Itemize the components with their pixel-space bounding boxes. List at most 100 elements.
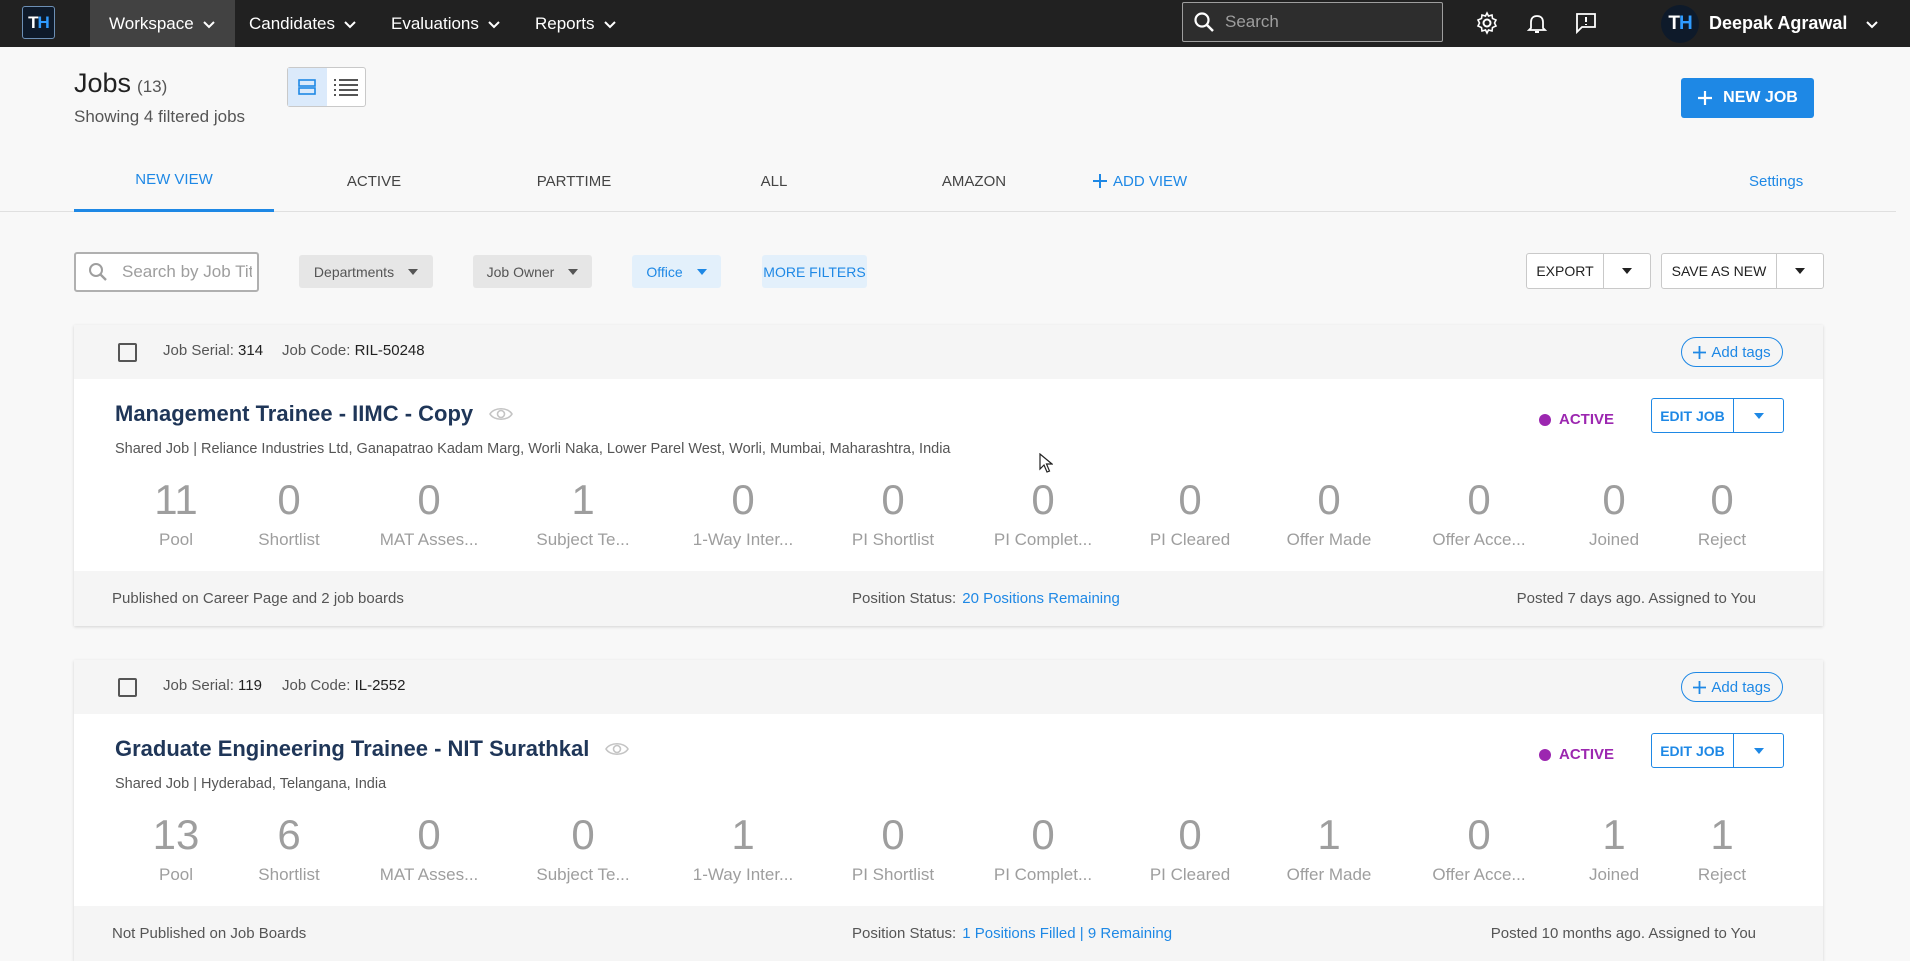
eye-icon[interactable]	[605, 741, 630, 757]
stage-1-way-interview[interactable]: 0 1-Way Inter...	[683, 479, 803, 550]
save-as-new-button[interactable]: SAVE AS NEW	[1662, 254, 1777, 288]
edit-job-dropdown[interactable]	[1734, 734, 1783, 767]
stage-mat-assessment[interactable]: 0 MAT Asses...	[369, 479, 489, 550]
caret-down-icon	[568, 268, 579, 275]
stage-reject[interactable]: 1 Reject	[1662, 814, 1782, 885]
chevron-down-icon	[603, 20, 616, 28]
job-card-body: Management Trainee - IIMC - Copy Shared …	[74, 379, 1823, 571]
nav-reports[interactable]: Reports	[516, 0, 636, 47]
status-badge: ACTIVE	[1539, 411, 1614, 428]
nav-reports-label: Reports	[535, 13, 595, 33]
gear-icon[interactable]	[1475, 11, 1499, 35]
nav-evaluations[interactable]: Evaluations	[372, 0, 520, 47]
tab-active[interactable]: ACTIVE	[274, 150, 474, 212]
stage-1-way-interview[interactable]: 1 1-Way Inter...	[683, 814, 803, 885]
office-label: Office	[646, 263, 683, 280]
job-card: Job Serial: 119 Job Code: IL-2552 Add ta…	[74, 660, 1823, 961]
add-tags-label: Add tags	[1711, 678, 1771, 696]
stage-offer-accepted[interactable]: 0 Offer Acce...	[1419, 814, 1539, 885]
edit-job-dropdown[interactable]	[1734, 399, 1783, 432]
stage-pi-completed[interactable]: 0 PI Complet...	[983, 479, 1103, 550]
job-select-checkbox[interactable]	[118, 343, 137, 362]
stage-offer-made[interactable]: 1 Offer Made	[1269, 814, 1389, 885]
job-title[interactable]: Management Trainee - IIMC - Copy	[115, 401, 514, 427]
plus-icon	[1693, 680, 1707, 694]
stage-shortlist[interactable]: 0 Shortlist	[229, 479, 349, 550]
edit-job-button[interactable]: EDIT JOB	[1652, 399, 1734, 432]
card-view-button[interactable]	[288, 68, 327, 106]
job-owner-label: Job Owner	[486, 263, 555, 280]
stage-pi-shortlist[interactable]: 0 PI Shortlist	[833, 479, 953, 550]
chevron-down-icon	[488, 20, 500, 28]
add-tags-button[interactable]: Add tags	[1681, 337, 1783, 367]
add-tags-label: Add tags	[1711, 343, 1771, 361]
stage-joined[interactable]: 0 Joined	[1554, 479, 1674, 550]
settings-link[interactable]: Settings	[1749, 150, 1803, 212]
job-select-checkbox[interactable]	[118, 678, 137, 697]
page-title: Jobs	[74, 68, 132, 98]
job-title[interactable]: Graduate Engineering Trainee - NIT Surat…	[115, 736, 630, 762]
stage-offer-accepted[interactable]: 0 Offer Acce...	[1419, 479, 1539, 550]
edit-job-button-group: EDIT JOB	[1651, 733, 1784, 768]
position-status-link[interactable]: 20 Positions Remaining	[962, 590, 1120, 607]
job-title-text: Graduate Engineering Trainee - NIT Surat…	[115, 736, 590, 761]
office-filter[interactable]: Office	[632, 255, 721, 288]
job-search[interactable]	[74, 252, 259, 292]
stage-shortlist[interactable]: 6 Shortlist	[229, 814, 349, 885]
job-location: Shared Job | Hyderabad, Telangana, India	[115, 776, 387, 792]
status-dot	[1539, 748, 1551, 761]
add-view-button[interactable]: ADD VIEW	[1093, 150, 1187, 212]
stage-mat-assessment[interactable]: 0 MAT Asses...	[369, 814, 489, 885]
stage-pi-cleared[interactable]: 0 PI Cleared	[1130, 479, 1250, 550]
stage-pi-cleared[interactable]: 0 PI Cleared	[1130, 814, 1250, 885]
global-search[interactable]	[1182, 2, 1443, 42]
job-owner-filter[interactable]: Job Owner	[473, 255, 592, 288]
departments-label: Departments	[313, 263, 395, 280]
export-button[interactable]: EXPORT	[1527, 254, 1604, 288]
departments-filter[interactable]: Departments	[299, 255, 433, 288]
nav-evaluations-label: Evaluations	[391, 13, 479, 33]
stage-pool[interactable]: 13 Pool	[116, 814, 236, 885]
eye-icon[interactable]	[489, 406, 514, 422]
user-menu[interactable]: TH Deepak Agrawal	[1661, 0, 1879, 47]
caret-down-icon	[696, 268, 707, 275]
stage-reject[interactable]: 0 Reject	[1662, 479, 1782, 550]
plus-icon	[1698, 91, 1713, 105]
export-dropdown[interactable]	[1604, 254, 1650, 288]
nav-candidates[interactable]: Candidates	[230, 0, 376, 47]
status-badge: ACTIVE	[1539, 746, 1614, 763]
nav-workspace[interactable]: Workspace	[90, 0, 235, 47]
new-job-button[interactable]: NEW JOB	[1681, 78, 1814, 118]
tab-new-view[interactable]: NEW VIEW	[74, 150, 274, 212]
tab-amazon[interactable]: AMAZON	[874, 150, 1074, 212]
chevron-down-icon	[203, 20, 215, 28]
filtered-count: Showing 4 filtered jobs	[74, 107, 246, 126]
stage-subject-test[interactable]: 0 Subject Te...	[523, 814, 643, 885]
tab-parttime[interactable]: PARTTIME	[474, 150, 674, 212]
posted-info: Posted 7 days ago. Assigned to You	[1516, 590, 1756, 607]
more-filters-label: MORE FILTERS	[763, 263, 866, 280]
global-search-input[interactable]	[1225, 12, 1425, 32]
add-tags-button[interactable]: Add tags	[1681, 672, 1783, 702]
stage-subject-test[interactable]: 1 Subject Te...	[523, 479, 643, 550]
stage-joined[interactable]: 1 Joined	[1554, 814, 1674, 885]
caret-down-icon	[1753, 747, 1764, 754]
tab-all[interactable]: ALL	[674, 150, 874, 212]
app-logo[interactable]: TH	[22, 6, 55, 39]
chevron-down-icon	[344, 20, 356, 28]
more-filters-button[interactable]: MORE FILTERS	[762, 255, 867, 288]
stage-offer-made[interactable]: 0 Offer Made	[1269, 479, 1389, 550]
export-button-group: EXPORT	[1526, 253, 1651, 289]
save-as-new-dropdown[interactable]	[1777, 254, 1823, 288]
list-view-button[interactable]	[327, 68, 366, 106]
job-card-body: Graduate Engineering Trainee - NIT Surat…	[74, 714, 1823, 906]
feedback-icon[interactable]	[1574, 11, 1598, 35]
stage-pi-shortlist[interactable]: 0 PI Shortlist	[833, 814, 953, 885]
stage-pi-completed[interactable]: 0 PI Complet...	[983, 814, 1103, 885]
job-search-input[interactable]	[122, 262, 252, 282]
edit-job-button[interactable]: EDIT JOB	[1652, 734, 1734, 767]
job-count: (13)	[137, 77, 168, 96]
stage-pool[interactable]: 11 Pool	[116, 479, 236, 550]
page-scrollbar[interactable]	[1896, 47, 1910, 934]
bell-icon[interactable]	[1525, 11, 1549, 35]
